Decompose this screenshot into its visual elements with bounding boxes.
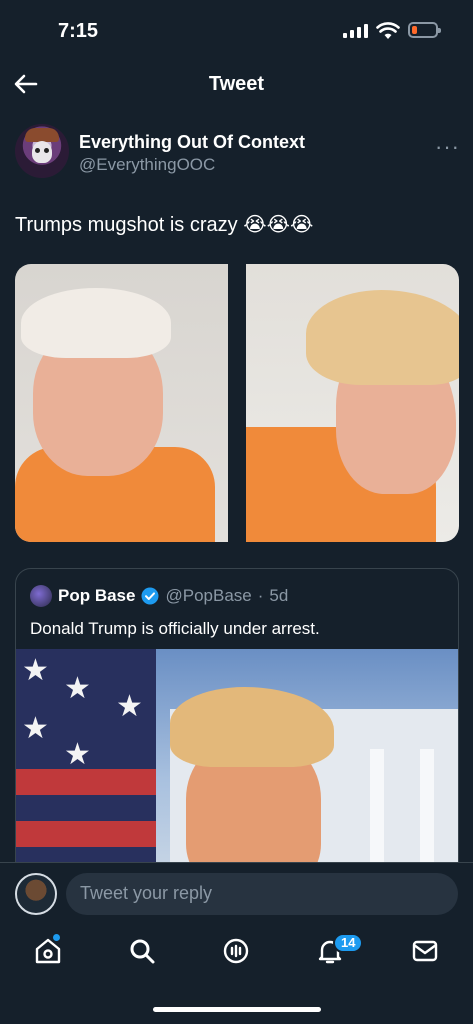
cellular-signal-icon xyxy=(343,24,368,38)
page-title: Tweet xyxy=(208,73,265,95)
reply-input[interactable]: Tweet your reply xyxy=(66,873,458,915)
home-unread-dot xyxy=(53,934,60,941)
quoted-tweet[interactable]: Pop Base @PopBase · 5d Donald Trump is o… xyxy=(15,568,459,888)
messages-envelope-icon[interactable] xyxy=(410,936,440,966)
mugshot-front-image[interactable] xyxy=(15,264,228,542)
quoted-tweet-header: Pop Base @PopBase · 5d xyxy=(30,584,288,608)
tweet-media[interactable] xyxy=(15,264,459,542)
author-handle[interactable]: @EverythingOOC xyxy=(79,155,215,175)
more-options-button[interactable]: ··· xyxy=(435,134,460,160)
quoted-time: 5d xyxy=(269,586,289,605)
reply-bar: Tweet your reply xyxy=(0,862,473,924)
quoted-text: Donald Trump is officially under arrest. xyxy=(30,619,320,638)
search-icon[interactable] xyxy=(127,936,157,966)
home-indicator[interactable] xyxy=(153,1007,321,1012)
spaces-icon[interactable] xyxy=(221,936,251,966)
notifications-badge: 14 xyxy=(333,933,364,953)
author-avatar[interactable] xyxy=(15,124,69,178)
author-name[interactable]: Everything Out Of Context xyxy=(79,132,305,153)
quoted-image[interactable]: ★ ★ ★ ★ ★ xyxy=(16,649,458,887)
verified-badge-icon xyxy=(141,587,159,605)
quoted-handle: @PopBase xyxy=(165,586,252,605)
nav-header: Tweet xyxy=(0,60,473,110)
wifi-icon xyxy=(376,22,400,39)
user-avatar[interactable] xyxy=(15,873,57,915)
quoted-separator: · xyxy=(257,586,264,605)
tab-bar xyxy=(0,924,473,984)
quoted-avatar xyxy=(30,585,52,607)
mugshot-profile-image[interactable] xyxy=(246,264,459,542)
status-time: 7:15 xyxy=(58,20,99,42)
home-icon[interactable] xyxy=(33,936,63,966)
tweet-author: Everything Out Of Context @EverythingOOC… xyxy=(15,124,460,184)
status-bar: 7:15 xyxy=(0,0,473,60)
quoted-name: Pop Base xyxy=(58,586,136,605)
tweet-text: Trumps mugshot is crazy 😭😭😭 xyxy=(15,214,314,236)
battery-icon xyxy=(408,22,441,38)
